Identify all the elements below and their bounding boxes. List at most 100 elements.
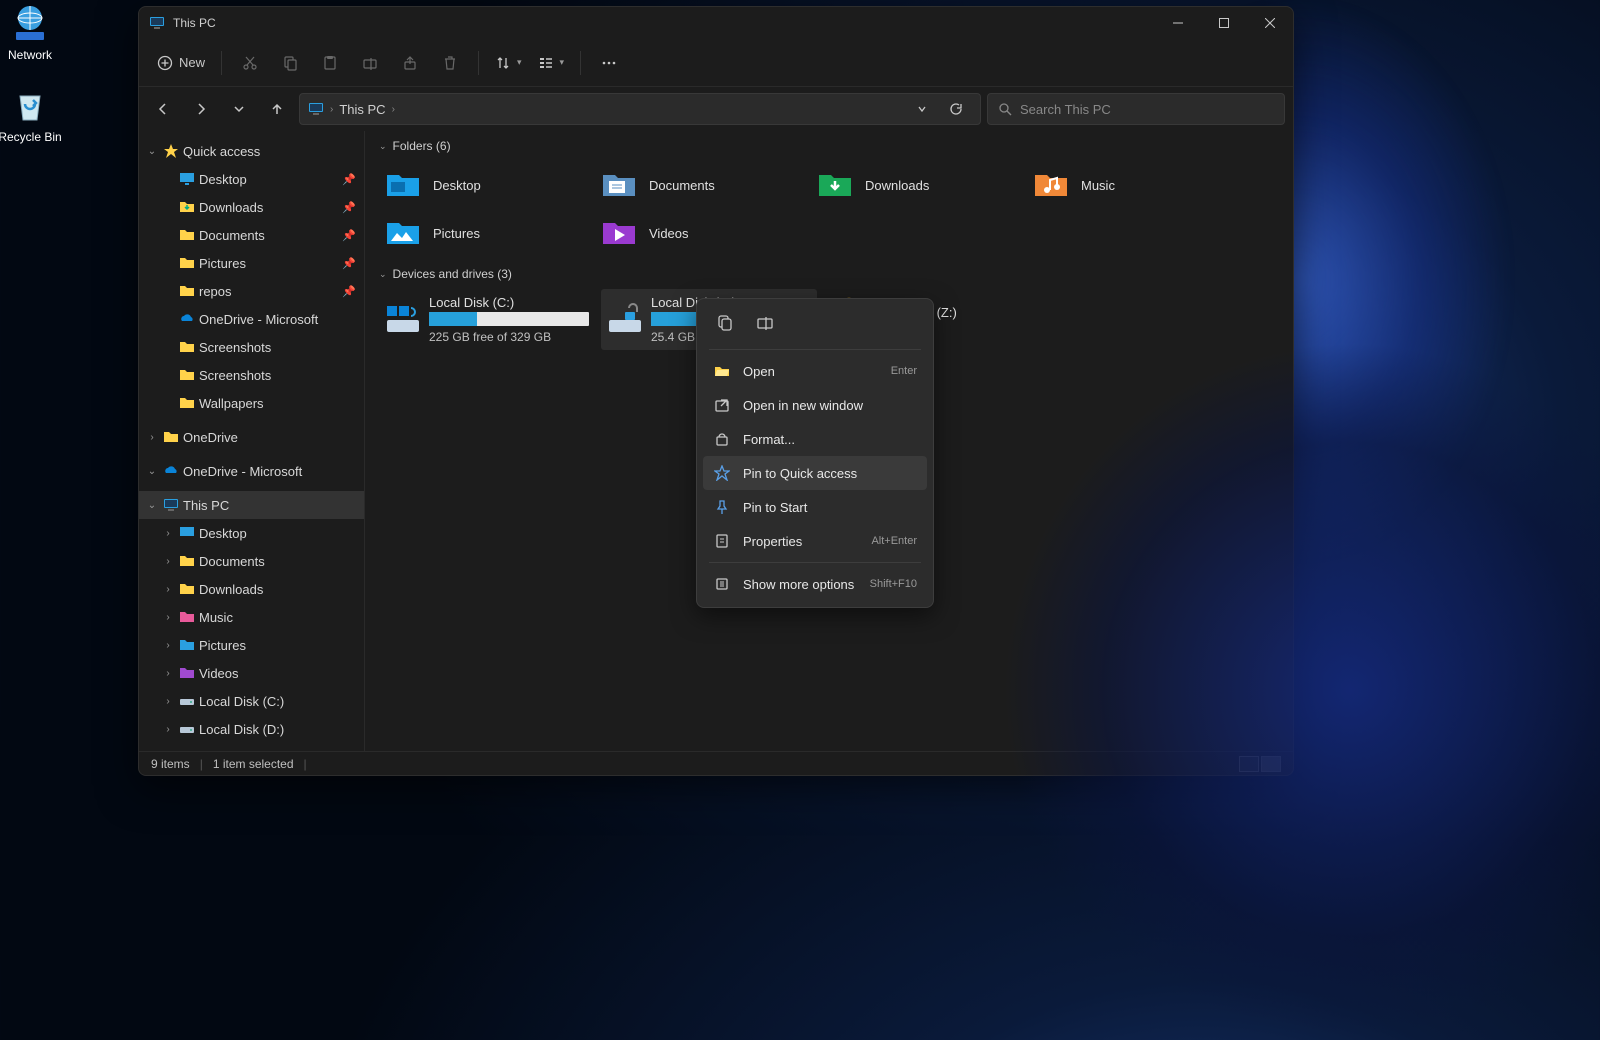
address-bar[interactable]: › This PC › — [299, 93, 981, 125]
folder-pictures[interactable]: Pictures — [379, 209, 595, 257]
music-folder-icon — [1033, 167, 1069, 203]
this-pc-icon — [163, 497, 179, 513]
ctx-open[interactable]: OpenEnter — [703, 354, 927, 388]
sidebar-item-onedrive-ms[interactable]: OneDrive - Microsoft — [139, 305, 364, 333]
rename-button[interactable] — [352, 45, 388, 81]
window-title: This PC — [173, 16, 216, 30]
folder-open-icon — [713, 362, 731, 380]
close-button[interactable] — [1247, 7, 1293, 39]
pictures-folder-icon — [385, 215, 421, 251]
group-header-drives[interactable]: ⌄Devices and drives (3) — [379, 267, 1279, 281]
share-button[interactable] — [392, 45, 428, 81]
delete-button[interactable] — [432, 45, 468, 81]
forward-button[interactable] — [185, 93, 217, 125]
ctx-pin-quick-access[interactable]: Pin to Quick access — [703, 456, 927, 490]
sidebar-onedrive-ms[interactable]: ⌄OneDrive - Microsoft — [139, 457, 364, 485]
documents-folder-icon — [601, 167, 637, 203]
folder-icon — [179, 199, 195, 215]
ctx-copy-button[interactable] — [709, 307, 741, 339]
search-input[interactable]: Search This PC — [987, 93, 1285, 125]
folder-icon — [179, 367, 195, 383]
folder-music[interactable]: Music — [1027, 161, 1243, 209]
folder-icon — [179, 339, 195, 355]
more-button[interactable] — [591, 45, 627, 81]
paste-button[interactable] — [312, 45, 348, 81]
ellipsis-icon — [601, 55, 617, 71]
address-dropdown[interactable] — [906, 93, 938, 125]
sidebar-item-pictures[interactable]: Pictures📌 — [139, 249, 364, 277]
sidebar-item-disk-z[interactable]: Local Disk (Z:) — [139, 743, 364, 751]
rename-icon — [362, 55, 378, 71]
context-menu: OpenEnter Open in new window Format... P… — [696, 298, 934, 608]
usage-bar — [429, 312, 589, 326]
pin-icon: 📌 — [342, 201, 356, 214]
view-button[interactable]: ▾ — [532, 45, 571, 81]
sidebar: ⌄Quick access Desktop📌 Downloads📌 Docume… — [139, 131, 365, 751]
copy-button[interactable] — [272, 45, 308, 81]
refresh-button[interactable] — [940, 93, 972, 125]
new-window-icon — [713, 396, 731, 414]
folder-icon — [163, 429, 179, 445]
sidebar-item-downloads2[interactable]: ›Downloads — [139, 575, 364, 603]
maximize-button[interactable] — [1201, 7, 1247, 39]
desktop-icon-network[interactable]: Network — [0, 4, 68, 62]
ctx-rename-button[interactable] — [749, 307, 781, 339]
ctx-format[interactable]: Format... — [703, 422, 927, 456]
sidebar-this-pc[interactable]: ⌄This PC — [139, 491, 364, 519]
folder-icon — [179, 553, 195, 569]
star-outline-icon — [713, 464, 731, 482]
sidebar-quick-access[interactable]: ⌄Quick access — [139, 137, 364, 165]
details-view-button[interactable] — [1239, 756, 1259, 772]
folder-desktop[interactable]: Desktop — [379, 161, 595, 209]
group-header-folders[interactable]: ⌄Folders (6) — [379, 139, 1279, 153]
properties-icon — [713, 532, 731, 550]
new-button[interactable]: New — [151, 45, 211, 81]
sidebar-item-downloads[interactable]: Downloads📌 — [139, 193, 364, 221]
sidebar-item-music[interactable]: ›Music — [139, 603, 364, 631]
sidebar-onedrive[interactable]: ›OneDrive — [139, 423, 364, 451]
new-label: New — [179, 55, 205, 70]
pin-icon: 📌 — [342, 173, 356, 186]
minimize-button[interactable] — [1155, 7, 1201, 39]
sidebar-item-desktop2[interactable]: ›Desktop — [139, 519, 364, 547]
sidebar-item-wallpapers[interactable]: Wallpapers — [139, 389, 364, 417]
sidebar-item-screenshots2[interactable]: Screenshots — [139, 361, 364, 389]
sidebar-item-documents2[interactable]: ›Documents — [139, 547, 364, 575]
cloud-icon — [163, 463, 179, 479]
folder-documents[interactable]: Documents — [595, 161, 811, 209]
recent-button[interactable] — [223, 93, 255, 125]
videos-folder-icon — [179, 665, 195, 681]
view-icon — [538, 55, 554, 71]
paste-icon — [322, 55, 338, 71]
sidebar-item-screenshots[interactable]: Screenshots — [139, 333, 364, 361]
sort-button[interactable]: ▾ — [489, 45, 528, 81]
drive-c[interactable]: Local Disk (C:) 225 GB free of 329 GB — [379, 289, 595, 350]
sidebar-item-documents[interactable]: Documents📌 — [139, 221, 364, 249]
ctx-open-new-window[interactable]: Open in new window — [703, 388, 927, 422]
back-button[interactable] — [147, 93, 179, 125]
ctx-properties[interactable]: PropertiesAlt+Enter — [703, 524, 927, 558]
sidebar-item-pictures2[interactable]: ›Pictures — [139, 631, 364, 659]
cut-button[interactable] — [232, 45, 268, 81]
drive-windows-icon — [385, 302, 421, 338]
folder-videos[interactable]: Videos — [595, 209, 811, 257]
onedrive-icon — [179, 311, 195, 327]
pictures-folder-icon — [179, 637, 195, 653]
folder-icon — [179, 255, 195, 271]
sidebar-item-desktop[interactable]: Desktop📌 — [139, 165, 364, 193]
titlebar[interactable]: This PC — [139, 7, 1293, 39]
drive-lock-icon — [179, 749, 195, 751]
network-globe-icon — [10, 4, 50, 44]
sidebar-item-repos[interactable]: repos📌 — [139, 277, 364, 305]
ctx-pin-start[interactable]: Pin to Start — [703, 490, 927, 524]
desktop-icon-recycle[interactable]: Recycle Bin — [0, 86, 68, 144]
sidebar-item-disk-c[interactable]: ›Local Disk (C:) — [139, 687, 364, 715]
sidebar-item-videos[interactable]: ›Videos — [139, 659, 364, 687]
up-button[interactable] — [261, 93, 293, 125]
ctx-show-more[interactable]: Show more optionsShift+F10 — [703, 567, 927, 601]
breadcrumb-item[interactable]: This PC — [339, 102, 385, 117]
tiles-view-button[interactable] — [1261, 756, 1281, 772]
star-icon — [163, 143, 179, 159]
folder-downloads[interactable]: Downloads — [811, 161, 1027, 209]
sidebar-item-disk-d[interactable]: ›Local Disk (D:) — [139, 715, 364, 743]
